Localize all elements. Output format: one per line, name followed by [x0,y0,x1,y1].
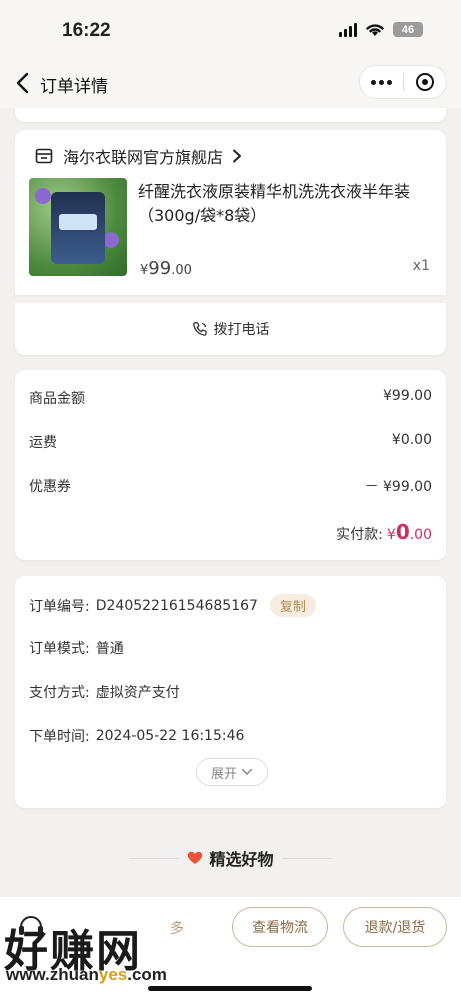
product-quantity: x1 [412,258,430,274]
status-time: 16:22 [62,20,111,41]
order-time-label: 下单时间: [29,729,90,745]
order-time-value: 2024-05-22 16:15:46 [95,728,245,744]
paid-label: 实付款: [336,527,383,543]
copy-button[interactable]: 复制 [269,594,316,617]
order-mode-label: 订单模式: [29,641,90,657]
call-label: 拨打电话 [213,322,270,338]
product-title[interactable]: 纤醒洗衣液原装精华机洗洗衣液半年装（300g/袋*8袋） [138,180,434,228]
amount-card: 商品金额 ¥99.00 运费 ¥0.00 优惠券 － ¥99.00 实付款: ¥… [15,370,446,560]
cellular-signal-icon [339,22,357,37]
nav-bar: 订单详情 [0,60,461,108]
back-arrow-icon[interactable] [12,70,36,96]
expand-label: 展开 [210,766,237,782]
coupon-row: 优惠券 － ¥99.00 [29,476,432,496]
order-number-label: 订单编号: [29,598,90,615]
goods-amount-label: 商品金额 [29,391,85,407]
battery-icon: 46 [393,22,423,37]
store-link[interactable]: 海尔衣联网官方旗舰店 [35,144,243,168]
more-options-icon[interactable] [360,65,403,99]
shipping-label: 运费 [29,435,57,451]
order-mode-value: 普通 [95,641,124,657]
divider [281,857,332,859]
more-label[interactable]: 多 [170,918,184,938]
mini-program-capsule [359,65,447,99]
recommend-title: 精选好物 [187,846,274,870]
order-info-card: 订单编号: D24052216154685167 复制 订单模式: 普通 支付方… [15,576,446,808]
order-mode-row: 订单模式: 普通 [29,638,124,658]
coupon-value: － ¥99.00 [364,479,432,495]
product-image[interactable] [29,178,127,276]
watermark-url: www.zhuanyes.com [6,965,167,984]
chevron-right-icon [233,149,242,163]
payment-method-row: 支付方式: 虚拟资产支付 [29,682,180,702]
product-price: ¥99.00 [140,258,192,279]
order-number-row: 订单编号: D24052216154685167 复制 [29,594,316,617]
heart-icon [188,851,203,864]
call-card: 拨打电话 [15,303,446,355]
view-logistics-button[interactable]: 查看物流 [232,907,328,947]
close-mini-program-icon[interactable] [404,65,446,99]
home-indicator [148,986,312,991]
phone-icon [192,322,207,336]
recommend-title-text: 精选好物 [209,850,274,869]
status-icons: 46 [339,22,423,37]
expand-button[interactable]: 展开 [196,758,268,786]
order-time-row: 下单时间: 2024-05-22 16:15:46 [29,726,244,746]
goods-amount-row: 商品金额 ¥99.00 [29,388,432,408]
refund-return-button[interactable]: 退款/退货 [343,907,447,947]
store-name: 海尔衣联网官方旗舰店 [63,148,224,167]
chevron-down-icon [241,768,253,775]
shop-icon [35,148,53,164]
payment-method-value: 虚拟资产支付 [95,685,180,701]
paid-total: 实付款: ¥0.00 [336,520,432,544]
order-number-value: D24052216154685167 [95,597,258,614]
call-button[interactable]: 拨打电话 [192,319,270,339]
shipping-value: ¥0.00 [391,432,432,448]
payment-method-label: 支付方式: [29,685,90,701]
divider [129,857,180,859]
coupon-label: 优惠券 [29,479,71,495]
store-product-card: 海尔衣联网官方旗舰店 纤醒洗衣液原装精华机洗洗衣液半年装（300g/袋*8袋） … [15,130,446,295]
goods-amount-value: ¥99.00 [383,388,432,404]
page-title: 订单详情 [40,77,108,97]
paid-value: ¥0.00 [386,520,432,544]
shipping-row: 运费 ¥0.00 [29,432,432,452]
previous-card-edge [15,108,446,122]
status-bar: 16:22 46 [0,0,461,60]
recommend-section-title: 精选好物 [0,846,461,870]
wifi-icon [366,24,384,36]
